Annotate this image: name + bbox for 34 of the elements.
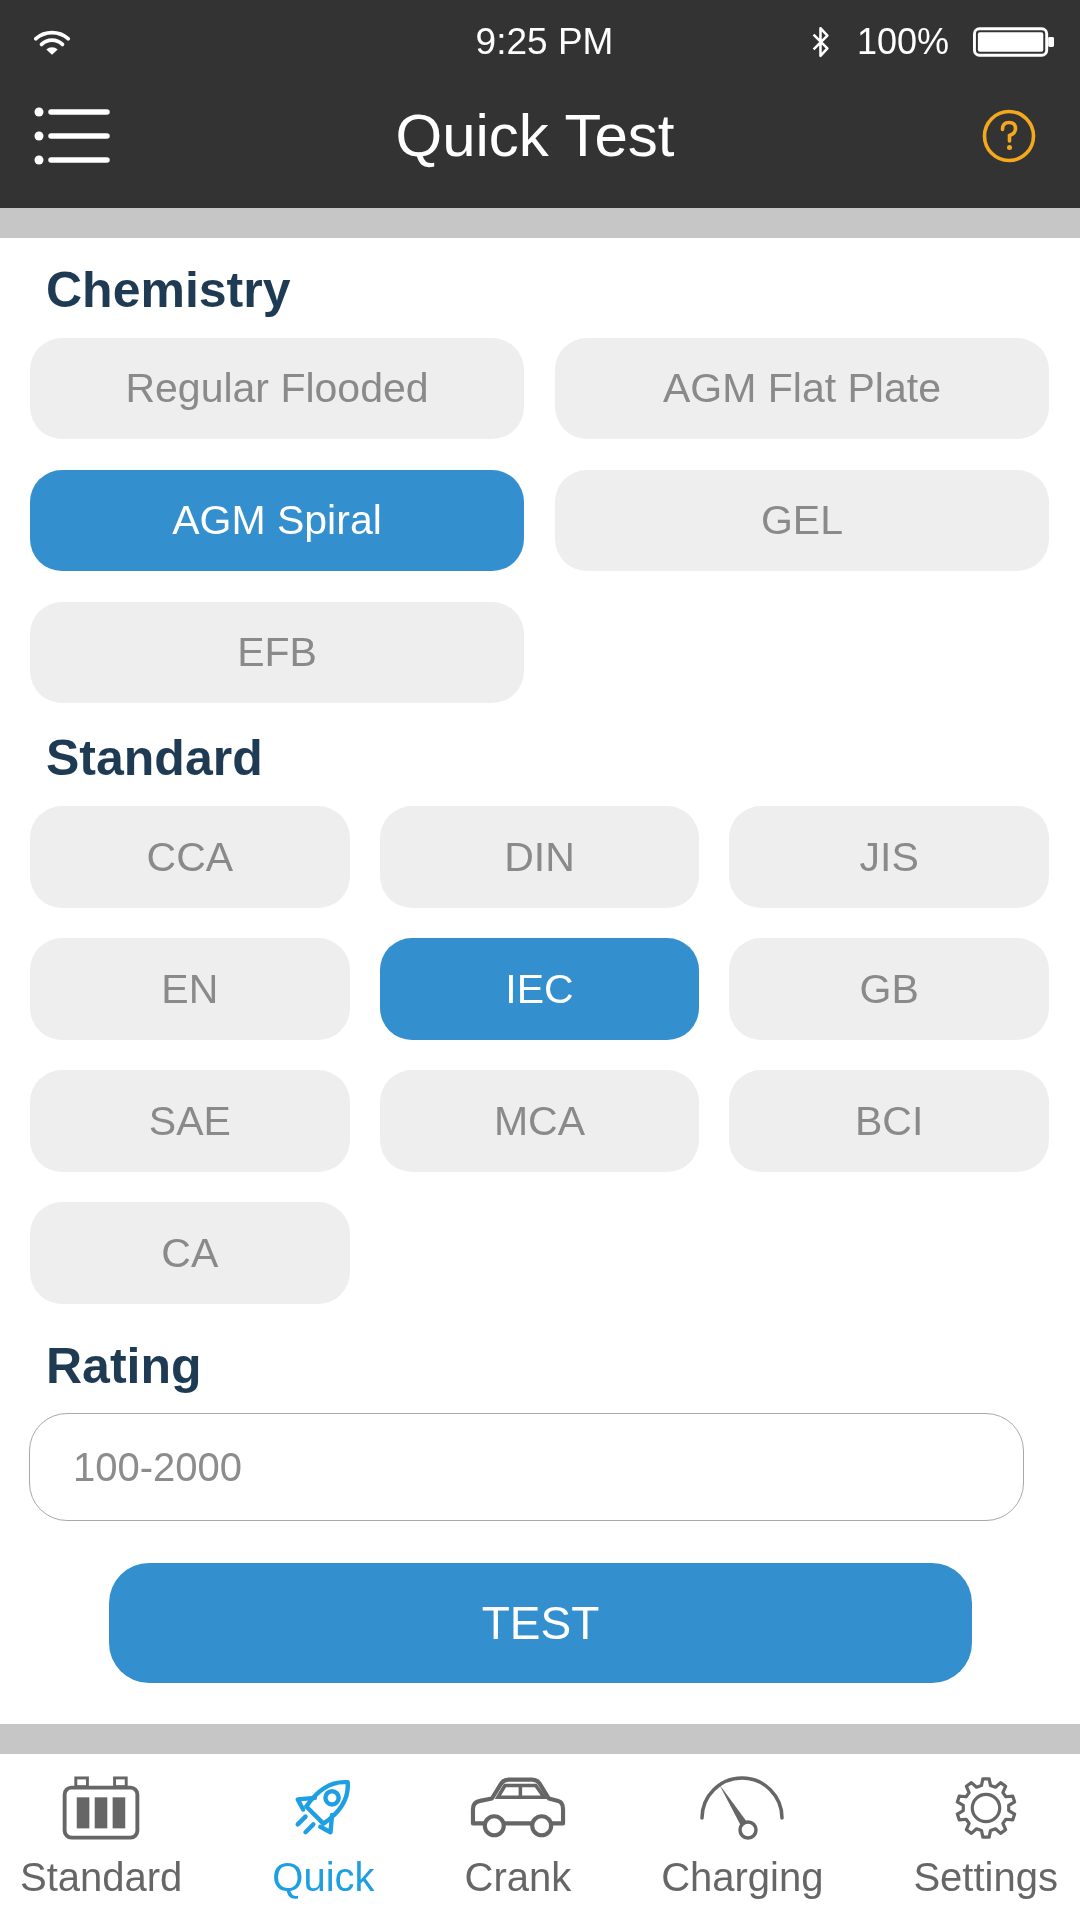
settings-icon	[953, 1776, 1018, 1840]
chemistry-option[interactable]: EFB	[30, 602, 524, 703]
chemistry-option[interactable]: Regular Flooded	[30, 338, 524, 439]
standard-option[interactable]: JIS	[729, 806, 1049, 908]
standard-option[interactable]: SAE	[30, 1070, 350, 1172]
nav-tab[interactable]: Settings	[913, 1776, 1058, 1900]
battery-percent: 100%	[856, 20, 949, 64]
standard-option[interactable]: MCA	[379, 1070, 700, 1172]
chemistry-option[interactable]: AGM Flat Plate	[555, 338, 1049, 439]
help-icon[interactable]	[982, 109, 1036, 163]
standard-option[interactable]: GB	[729, 938, 1049, 1040]
menu-icon[interactable]	[34, 106, 110, 166]
rating-input[interactable]: 100-2000	[29, 1413, 1024, 1521]
standard-option[interactable]: BCI	[729, 1070, 1049, 1172]
standard-option[interactable]: DIN	[379, 806, 700, 908]
nav-tab[interactable]: Crank	[464, 1776, 572, 1900]
standard-option[interactable]: EN	[30, 938, 350, 1040]
test-button[interactable]: TEST	[109, 1563, 972, 1683]
nav-tab[interactable]: Quick	[272, 1776, 375, 1900]
nav-tab[interactable]: Standard	[20, 1776, 183, 1900]
standard-option[interactable]: CA	[30, 1202, 350, 1304]
chemistry-option[interactable]: GEL	[555, 470, 1049, 571]
battery-icon	[973, 27, 1055, 57]
battery-icon	[62, 1776, 141, 1840]
section-heading: Rating	[46, 1337, 202, 1396]
section-heading: Chemistry	[46, 261, 291, 320]
nav-tab[interactable]: Charging	[661, 1776, 824, 1900]
section-heading: Standard	[46, 729, 263, 788]
gauge-icon	[698, 1776, 787, 1840]
chemistry-option[interactable]: AGM Spiral	[30, 470, 524, 571]
standard-option[interactable]: CCA	[30, 806, 350, 908]
status-time: 9:25 PM	[475, 20, 614, 64]
page-title: Quick Test	[395, 101, 675, 171]
standard-option[interactable]: IEC	[379, 938, 700, 1040]
